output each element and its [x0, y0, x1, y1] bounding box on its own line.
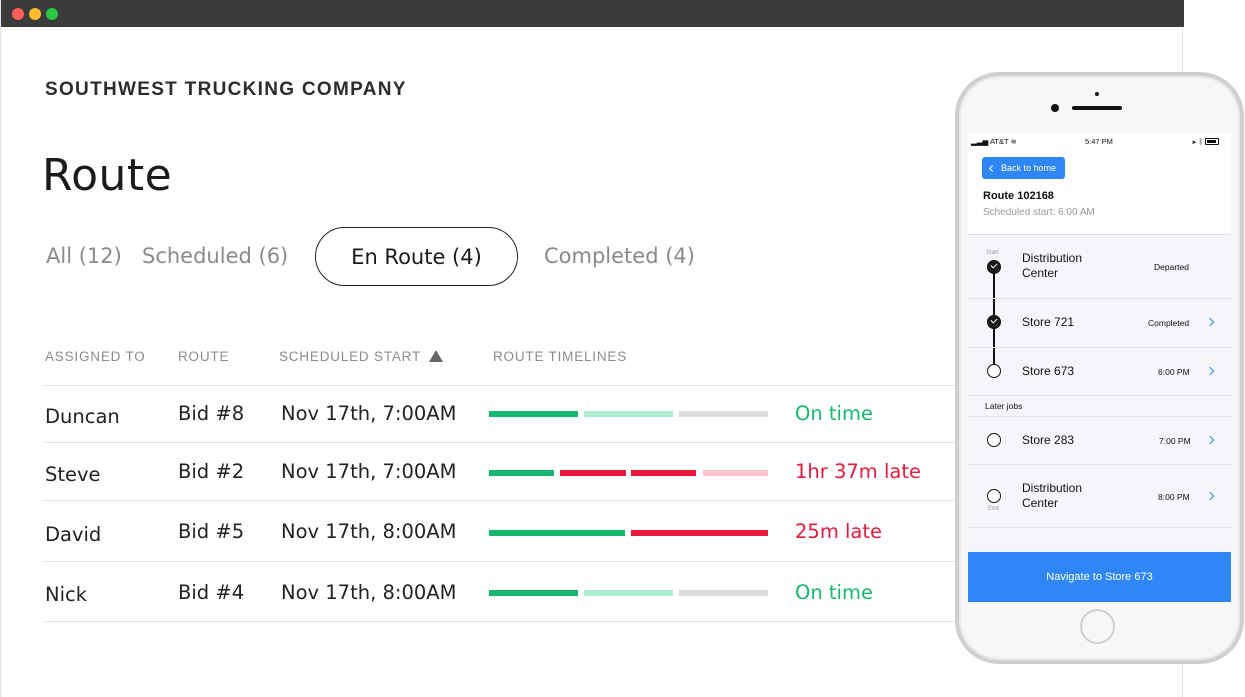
back-to-home-label: Back to home: [1001, 163, 1057, 173]
column-header-assigned-to[interactable]: ASSIGNED TO: [45, 349, 146, 364]
stop-name: Store 673: [1022, 364, 1075, 378]
timeline-segment: [631, 470, 696, 476]
status-text: On time: [795, 581, 873, 604]
status-text: On time: [795, 402, 873, 425]
scheduled-start-cell: Nov 17th, 8:00AM: [281, 520, 457, 543]
phone-camera: [1051, 104, 1059, 112]
company-name: SOUTHWEST TRUCKING COMPANY: [45, 79, 407, 100]
timeline-segment: [703, 470, 768, 476]
column-header-route[interactable]: ROUTE: [178, 349, 229, 364]
timeline-segment: [679, 411, 768, 417]
table-divider: [44, 621, 956, 622]
stop-status: 8:00 PM: [1158, 492, 1190, 502]
assigned-to-cell: Steve: [45, 463, 101, 486]
sort-ascending-icon[interactable]: [429, 350, 444, 362]
stop-name: Distribution Center: [1022, 481, 1082, 511]
maximize-window-icon[interactable]: [46, 8, 58, 20]
tab-en-route[interactable]: En Route (4): [315, 227, 518, 286]
stop-name: Distribution Center: [1022, 251, 1082, 281]
stop-name-line: Center: [1022, 496, 1059, 510]
timeline-segment: [489, 590, 578, 596]
status-bar-carrier: ▂▃▅ AT&T ≋: [971, 137, 1017, 146]
assigned-to-cell: David: [45, 523, 102, 546]
route-cell: Bid #4: [178, 581, 245, 604]
table-divider: [44, 442, 956, 443]
timeline-segment: [489, 470, 554, 476]
page-title: Route: [42, 150, 173, 201]
later-jobs-label: Later jobs: [985, 401, 1023, 411]
timeline-segment: [584, 590, 673, 596]
column-header-route-timelines: ROUTE TIMELINES: [493, 349, 628, 364]
empty-circle-icon: [987, 489, 1001, 503]
route-cell: Bid #8: [178, 402, 245, 425]
stop-name-line: Distribution: [1022, 481, 1083, 495]
start-label: Start: [986, 250, 999, 256]
stop-status: 6:00 PM: [1158, 367, 1190, 377]
stop-status: Completed: [1148, 318, 1190, 328]
check-circle-icon: [987, 315, 1001, 329]
table-divider: [44, 500, 956, 501]
tab-en-route-label: En Route (4): [351, 244, 482, 269]
check-circle-icon: [987, 260, 1001, 274]
tab-all[interactable]: All (12): [46, 242, 122, 270]
empty-circle-icon: [987, 433, 1001, 447]
carrier-label: AT&T: [989, 137, 1009, 146]
back-to-home-button[interactable]: Back to home: [982, 157, 1065, 179]
tab-completed[interactable]: Completed (4): [544, 242, 695, 270]
end-label: End: [988, 506, 999, 512]
timeline-segment: [489, 411, 578, 417]
list-divider: [968, 298, 1231, 299]
scheduled-start-cell: Nov 17th, 7:00AM: [281, 460, 457, 483]
list-divider: [968, 416, 1231, 417]
list-divider: [968, 464, 1231, 465]
assigned-to-cell: Nick: [45, 583, 88, 606]
status-bar-time: 5:47 PM: [1085, 137, 1113, 146]
phone-screen: ▂▃▅ AT&T ≋ 5:47 PM ➤ ᛒ Back to home Rout…: [968, 133, 1231, 602]
status-bar-indicators: ➤ ᛒ: [1192, 137, 1220, 146]
list-divider: [968, 347, 1231, 348]
timeline-segment: [631, 530, 768, 536]
bluetooth-icon: ᛒ: [1198, 137, 1204, 146]
signal-icon: ▂▃▅: [971, 137, 990, 146]
scheduled-start-cell: Nov 17th, 7:00AM: [281, 402, 457, 425]
list-divider: [968, 527, 1231, 528]
stop-name: Store 721: [1022, 315, 1075, 329]
navigate-button[interactable]: Navigate to Store 673: [968, 552, 1231, 602]
scheduled-start-cell: Nov 17th, 8:00AM: [281, 581, 457, 604]
stop-status: Departed: [1154, 262, 1189, 272]
list-divider: [968, 395, 1231, 396]
route-cell: Bid #2: [178, 460, 245, 483]
column-header-scheduled-start-label: SCHEDULED START: [279, 349, 422, 364]
close-window-icon[interactable]: [12, 8, 24, 20]
stop-name: Store 283: [1022, 433, 1075, 447]
assigned-to-cell: Duncan: [45, 405, 120, 428]
route-cell: Bid #5: [178, 520, 245, 543]
chevron-left-icon: [988, 164, 997, 172]
timeline-segment: [584, 411, 673, 417]
stop-name-line: Distribution: [1022, 251, 1083, 265]
location-icon: ➤: [1192, 137, 1197, 146]
wifi-icon: ≋: [1008, 137, 1017, 146]
route-subtitle: Scheduled start: 6:00 AM: [983, 207, 1095, 218]
stop-status: 7:00 PM: [1159, 436, 1191, 446]
route-title: Route 102168: [983, 190, 1054, 202]
empty-circle-icon: [987, 364, 1001, 378]
timeline-segment: [489, 530, 625, 536]
stop-name-line: Center: [1022, 266, 1059, 280]
phone-home-button[interactable]: [1080, 609, 1115, 644]
battery-icon: [1205, 138, 1220, 145]
table-divider: [44, 561, 956, 562]
phone-speaker: [1072, 106, 1122, 110]
table-divider: [44, 385, 956, 386]
timeline-segment: [679, 590, 768, 596]
phone-sensor: [1095, 92, 1099, 96]
window-titlebar: [1, 0, 1184, 27]
timeline-segment: [560, 470, 626, 476]
tab-scheduled[interactable]: Scheduled (6): [142, 242, 288, 270]
column-header-scheduled-start[interactable]: SCHEDULED START: [279, 349, 444, 364]
status-text: 1hr 37m late: [795, 460, 921, 483]
minimize-window-icon[interactable]: [29, 8, 41, 20]
stops-list: [968, 234, 1231, 552]
status-text: 25m late: [795, 520, 883, 543]
